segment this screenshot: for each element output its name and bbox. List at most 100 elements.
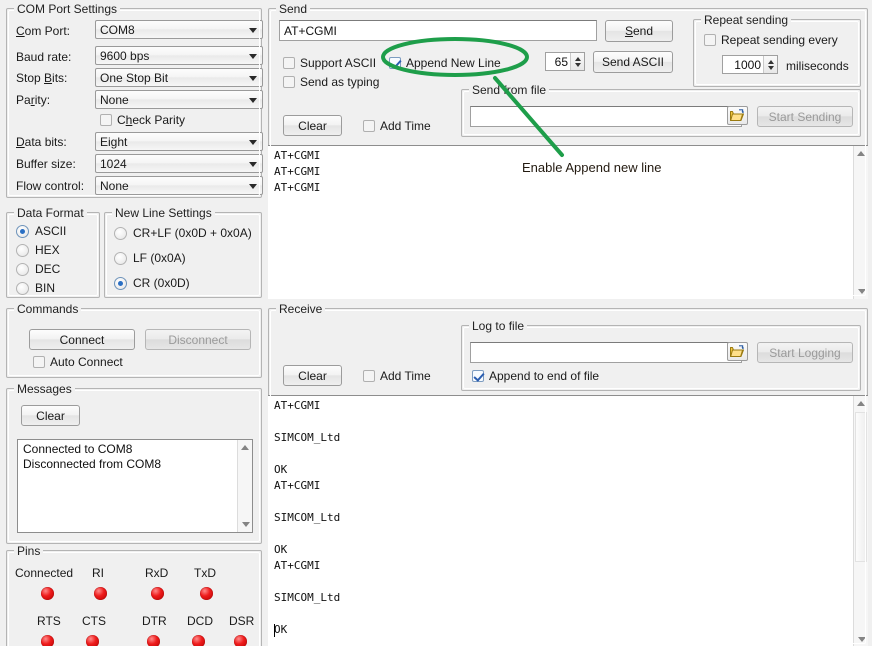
receive-clear-button[interactable]: Clear: [283, 365, 342, 386]
disconnect-button-label: Disconnect: [168, 333, 227, 347]
append-new-line-checkbox[interactable]: Append New Line: [389, 56, 501, 70]
radio-newline-cr[interactable]: CR (0x0D): [114, 276, 190, 290]
send-add-time-label: Add Time: [380, 119, 431, 133]
annotation-text: Enable Append new line: [522, 160, 662, 175]
data-bits-label: Data bits:: [16, 135, 67, 149]
checkbox-box: [33, 356, 45, 368]
scroll-thumb[interactable]: [855, 412, 867, 562]
start-sending-button[interactable]: Start Sending: [757, 106, 853, 127]
append-to-end-label: Append to end of file: [489, 369, 599, 383]
send-ascii-button[interactable]: Send ASCII: [593, 51, 673, 73]
auto-connect-checkbox[interactable]: Auto Connect: [33, 355, 123, 369]
pin-label-cts: CTS: [82, 614, 106, 628]
append-to-end-checkbox[interactable]: Append to end of file: [472, 369, 599, 383]
send-button[interactable]: Send: [605, 20, 673, 42]
stop-bits-select[interactable]: One Stop Bit: [95, 68, 263, 87]
pin-led-cts: [86, 635, 99, 646]
checkbox-box: [363, 120, 375, 132]
send-clear-button[interactable]: Clear: [283, 115, 342, 136]
repeat-interval-spinner[interactable]: 1000: [722, 55, 778, 74]
data-bits-select[interactable]: Eight: [95, 132, 263, 151]
pin-label-ri: RI: [92, 566, 104, 580]
chevron-down-icon: [249, 76, 257, 81]
radio-newline-lf[interactable]: LF (0x0A): [114, 251, 186, 265]
pin-led-dtr: [147, 635, 160, 646]
com-port-settings-group: COM Port Settings Com Port: COM8 Baud ra…: [6, 8, 262, 198]
messages-scrollbar[interactable]: [237, 440, 252, 532]
send-log-scrollbar[interactable]: [853, 146, 868, 299]
buffer-size-value: 1024: [100, 157, 127, 171]
send-group: Send AT+CGMI Send Support ASCII Append N…: [268, 8, 868, 298]
parity-select[interactable]: None: [95, 90, 263, 109]
radio-ring: [16, 263, 29, 276]
radio-data-format-bin[interactable]: BIN: [16, 281, 55, 295]
open-folder-icon: [730, 109, 745, 122]
baud-rate-select[interactable]: 9600 bps: [95, 46, 263, 65]
pin-label-txd: TxD: [194, 566, 216, 580]
new-line-settings-title: New Line Settings: [112, 206, 215, 220]
spinner-buttons[interactable]: [763, 56, 777, 73]
send-command-input[interactable]: AT+CGMI: [279, 20, 597, 41]
check-parity-checkbox[interactable]: Check Parity: [100, 113, 185, 127]
start-logging-label: Start Logging: [769, 346, 840, 360]
send-ascii-label: Send ASCII: [602, 55, 664, 69]
flow-control-value: None: [100, 179, 129, 193]
radio-ring: [16, 244, 29, 257]
com-port-settings-title: COM Port Settings: [14, 2, 120, 16]
send-as-typing-checkbox[interactable]: Send as typing: [283, 75, 379, 89]
data-bits-value: Eight: [100, 135, 127, 149]
radio-label: LF (0x0A): [133, 251, 186, 265]
radio-label: DEC: [35, 262, 60, 276]
auto-connect-label: Auto Connect: [50, 355, 123, 369]
send-clear-label: Clear: [298, 119, 327, 133]
pins-title: Pins: [14, 544, 43, 558]
support-ascii-checkbox[interactable]: Support ASCII: [283, 56, 376, 70]
scroll-up-icon[interactable]: [854, 146, 868, 161]
send-button-label: Send: [625, 24, 653, 38]
ascii-code-spinner[interactable]: 65: [545, 52, 585, 71]
log-to-file-path-input[interactable]: [470, 342, 742, 363]
connect-button-label: Connect: [60, 333, 105, 347]
receive-log-text: AT+CGMI SIMCOM_Ltd OK AT+CGMI SIMCOM_Ltd…: [268, 396, 868, 638]
scroll-down-icon[interactable]: [238, 517, 253, 532]
radio-label: ASCII: [35, 224, 66, 238]
radio-data-format-ascii[interactable]: ASCII: [16, 224, 66, 238]
send-add-time-checkbox[interactable]: Add Time: [363, 119, 431, 133]
repeat-unit-label: miliseconds: [786, 59, 849, 73]
browse-file-button[interactable]: [727, 106, 748, 125]
radio-newline-crlf[interactable]: CR+LF (0x0D + 0x0A): [114, 226, 252, 240]
receive-log-textarea[interactable]: AT+CGMI SIMCOM_Ltd OK AT+CGMI SIMCOM_Ltd…: [268, 395, 868, 646]
messages-clear-button[interactable]: Clear: [21, 405, 80, 426]
scroll-up-icon[interactable]: [854, 396, 868, 411]
radio-data-format-dec[interactable]: DEC: [16, 262, 60, 276]
scroll-down-icon[interactable]: [854, 632, 868, 646]
receive-add-time-checkbox[interactable]: Add Time: [363, 369, 431, 383]
disconnect-button[interactable]: Disconnect: [145, 329, 251, 350]
flow-control-select[interactable]: None: [95, 176, 263, 195]
scroll-up-icon[interactable]: [238, 440, 252, 455]
connect-button[interactable]: Connect: [29, 329, 135, 350]
ascii-code-value: 65: [546, 55, 570, 69]
scroll-down-icon[interactable]: [854, 284, 868, 299]
parity-value: None: [100, 93, 129, 107]
repeat-sending-checkbox[interactable]: Repeat sending every: [704, 33, 838, 47]
radio-ring: [114, 227, 127, 240]
baud-rate-value: 9600 bps: [100, 49, 149, 63]
messages-textarea[interactable]: Connected to COM8 Disconnected from COM8: [17, 439, 253, 533]
commands-title: Commands: [14, 302, 81, 316]
pin-label-rts: RTS: [37, 614, 61, 628]
send-from-file-path-input[interactable]: [470, 106, 742, 127]
receive-title: Receive: [276, 302, 325, 316]
check-parity-label: Check Parity: [117, 113, 185, 127]
receive-log-scrollbar[interactable]: [853, 396, 868, 646]
radio-data-format-hex[interactable]: HEX: [16, 243, 60, 257]
spinner-buttons[interactable]: [570, 53, 584, 70]
browse-log-file-button[interactable]: [727, 342, 748, 361]
start-logging-button[interactable]: Start Logging: [757, 342, 853, 363]
checkbox-box: [283, 57, 295, 69]
repeat-interval-value: 1000: [723, 58, 763, 72]
com-port-select[interactable]: COM8: [95, 20, 263, 39]
buffer-size-select[interactable]: 1024: [95, 154, 263, 173]
repeat-sending-group: Repeat sending Repeat sending every 1000…: [693, 19, 861, 87]
open-folder-icon: [730, 345, 745, 358]
